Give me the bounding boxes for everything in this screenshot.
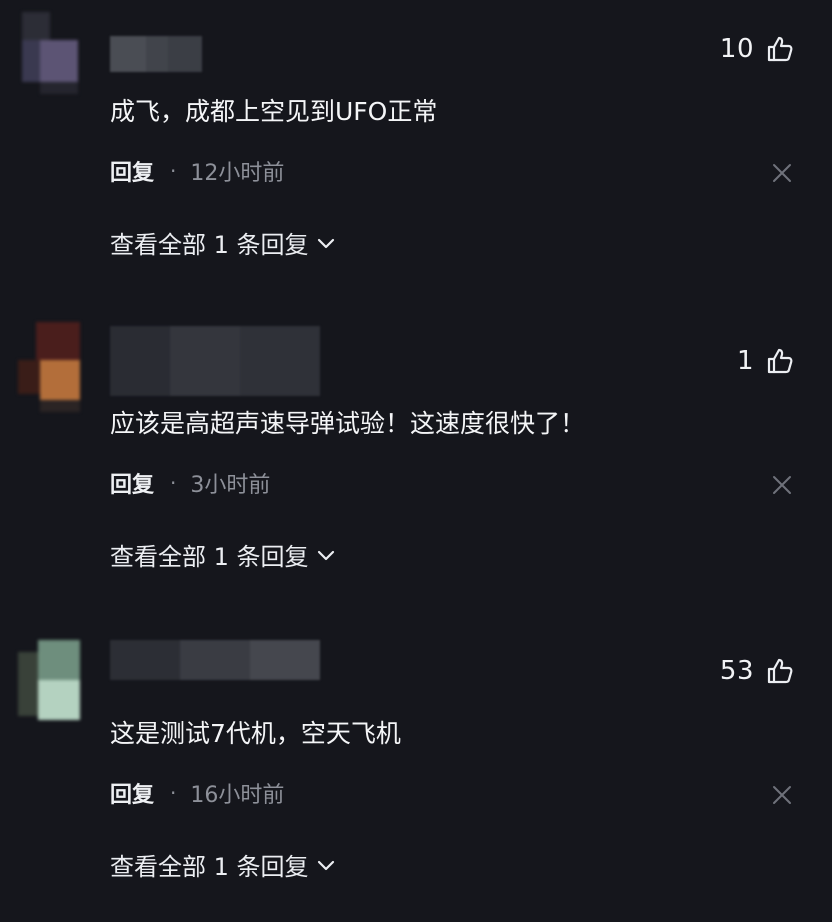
avatar[interactable] bbox=[18, 322, 82, 412]
separator-dot: · bbox=[170, 781, 177, 805]
chevron-down-icon bbox=[317, 860, 334, 870]
like-count: 1 bbox=[736, 346, 754, 376]
username-blurred[interactable] bbox=[110, 326, 320, 396]
chevron-down-icon bbox=[317, 238, 334, 248]
view-all-replies-button[interactable]: 查看全部 1 条回复 bbox=[110, 537, 335, 572]
comment-item: 1 应该是高超声速导弹试验！这速度很快了！ 回复 · 3小时前 查看全部 1 条… bbox=[0, 312, 832, 612]
close-icon[interactable] bbox=[770, 161, 794, 185]
view-all-replies-button[interactable]: 查看全部 1 条回复 bbox=[110, 225, 335, 260]
timestamp: 16小时前 bbox=[190, 783, 285, 808]
timestamp: 12小时前 bbox=[190, 161, 285, 186]
thumbs-up-icon[interactable] bbox=[766, 657, 794, 685]
reply-button[interactable]: 回复 bbox=[110, 777, 154, 809]
comment-text: 应该是高超声速导弹试验！这速度很快了！ bbox=[110, 409, 586, 438]
comment-meta: 回复 · 12小时前 bbox=[110, 155, 284, 187]
chevron-down-icon bbox=[317, 550, 334, 560]
avatar[interactable] bbox=[18, 640, 82, 722]
thumbs-up-icon[interactable] bbox=[766, 347, 794, 375]
view-all-replies-button[interactable]: 查看全部 1 条回复 bbox=[110, 847, 335, 882]
avatar[interactable] bbox=[18, 12, 82, 94]
username-blurred[interactable] bbox=[110, 640, 320, 680]
comment-text: 这是测试7代机，空天飞机 bbox=[110, 719, 401, 748]
view-replies-label: 查看全部 1 条回复 bbox=[110, 231, 309, 259]
separator-dot: · bbox=[170, 159, 177, 183]
username-blurred[interactable] bbox=[110, 36, 202, 72]
comment-meta: 回复 · 16小时前 bbox=[110, 777, 284, 809]
timestamp: 3小时前 bbox=[190, 473, 271, 498]
like-button[interactable]: 1 bbox=[737, 346, 794, 376]
view-replies-label: 查看全部 1 条回复 bbox=[110, 543, 309, 571]
reply-button[interactable]: 回复 bbox=[110, 155, 154, 187]
comment-meta: 回复 · 3小时前 bbox=[110, 467, 270, 499]
comment-text: 成飞，成都上空见到UFO正常 bbox=[110, 97, 438, 126]
like-count: 53 bbox=[719, 656, 754, 686]
thumbs-up-icon[interactable] bbox=[766, 35, 794, 63]
comment-item: 10 成飞，成都上空见到UFO正常 回复 · 12小时前 查看全部 1 条回复 bbox=[0, 0, 832, 300]
separator-dot: · bbox=[170, 471, 177, 495]
like-button[interactable]: 10 bbox=[720, 34, 794, 64]
close-icon[interactable] bbox=[770, 783, 794, 807]
reply-button[interactable]: 回复 bbox=[110, 467, 154, 499]
close-icon[interactable] bbox=[770, 473, 794, 497]
like-button[interactable]: 53 bbox=[720, 656, 794, 686]
comment-item: 53 这是测试7代机，空天飞机 回复 · 16小时前 查看全部 1 条回复 bbox=[0, 622, 832, 922]
view-replies-label: 查看全部 1 条回复 bbox=[110, 853, 309, 881]
like-count: 10 bbox=[719, 34, 754, 64]
